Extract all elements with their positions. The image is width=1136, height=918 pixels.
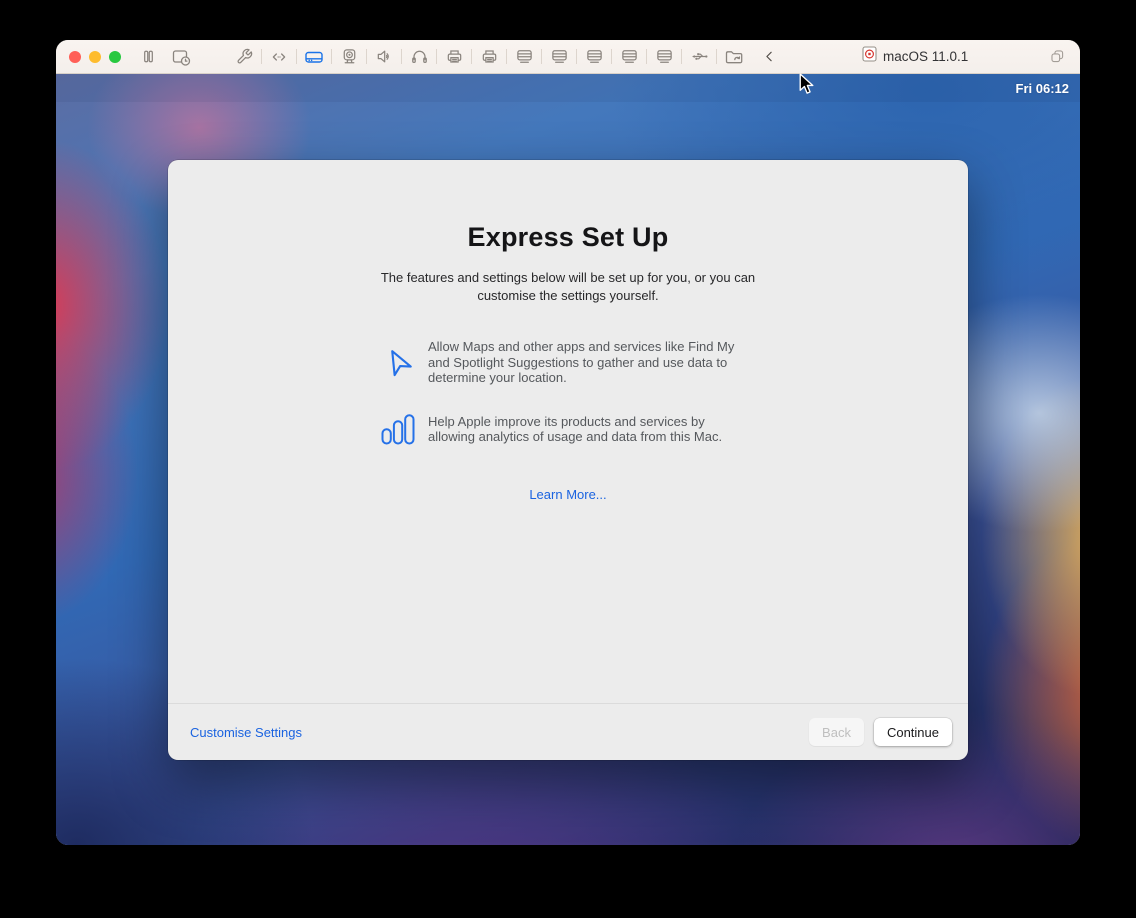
removable-drive-icon[interactable] — [584, 47, 604, 67]
toolbar-separator — [611, 49, 612, 64]
feature-analytics: Help Apple improve its products and serv… — [380, 414, 768, 445]
close-button[interactable] — [69, 51, 81, 63]
toolbar-separator — [681, 49, 682, 64]
vm-display: Fri 06:12 Express Set Up The features an… — [56, 74, 1080, 845]
vm-control-cluster — [138, 40, 191, 73]
toolbar-separator — [646, 49, 647, 64]
vm-toolbar — [234, 40, 776, 73]
shared-folder-icon[interactable] — [724, 47, 744, 67]
menu-bar: Fri 06:12 — [56, 74, 1080, 102]
usb-icon[interactable] — [689, 47, 709, 67]
feature-analytics-text: Help Apple improve its products and serv… — [428, 414, 754, 445]
dialog-subtitle: The features and settings below will be … — [352, 269, 784, 304]
vm-title: macOS 11.0.1 — [862, 40, 968, 73]
toolbar-separator — [506, 49, 507, 64]
vm-document-icon — [862, 46, 877, 67]
printer-icon[interactable] — [444, 47, 464, 67]
menu-bar-clock[interactable]: Fri 06:12 — [1016, 81, 1069, 96]
vm-window: macOS 11.0.1 Fri 06:12 Express Set Up Th… — [56, 40, 1080, 845]
camera-icon[interactable] — [339, 47, 359, 67]
vm-title-text: macOS 11.0.1 — [883, 49, 968, 64]
removable-drive-icon[interactable] — [654, 47, 674, 67]
back-button[interactable]: Back — [809, 718, 864, 746]
page-title: Express Set Up — [168, 222, 968, 253]
snapshots-icon[interactable] — [171, 47, 191, 67]
window-overview-icon[interactable] — [1049, 48, 1066, 65]
sound-icon[interactable] — [374, 47, 394, 67]
toolbar-separator — [541, 49, 542, 64]
zoom-button[interactable] — [109, 51, 121, 63]
toolbar-separator — [471, 49, 472, 64]
feature-list: Allow Maps and other apps and services l… — [380, 339, 768, 445]
removable-drive-icon[interactable] — [619, 47, 639, 67]
toolbar-separator — [366, 49, 367, 64]
feature-location: Allow Maps and other apps and services l… — [380, 339, 768, 386]
toolbar-separator — [261, 49, 262, 64]
feature-location-text: Allow Maps and other apps and services l… — [428, 339, 754, 386]
tools-icon[interactable] — [234, 47, 254, 67]
toolbar-separator — [576, 49, 577, 64]
toolbar-separator — [401, 49, 402, 64]
express-setup-dialog: Express Set Up The features and settings… — [168, 160, 968, 760]
mouse-cursor — [799, 73, 814, 100]
location-arrow-icon — [380, 347, 416, 377]
hide-toolbar-icon[interactable] — [762, 47, 776, 67]
toolbar-separator — [331, 49, 332, 64]
console-icon[interactable] — [269, 47, 289, 67]
pause-icon[interactable] — [138, 47, 158, 67]
headphones-icon[interactable] — [409, 47, 429, 67]
printer-2-icon[interactable] — [479, 47, 499, 67]
customise-settings-link[interactable]: Customise Settings — [190, 725, 302, 740]
primary-drive-icon[interactable] — [304, 47, 324, 67]
toolbar-separator — [296, 49, 297, 64]
toolbar-separator — [436, 49, 437, 64]
traffic-lights — [69, 51, 121, 63]
vm-window-titlebar[interactable]: macOS 11.0.1 — [56, 40, 1080, 74]
minimize-button[interactable] — [89, 51, 101, 63]
learn-more-link[interactable]: Learn More... — [168, 487, 968, 502]
removable-drive-icon[interactable] — [514, 47, 534, 67]
toolbar-separator — [716, 49, 717, 64]
analytics-bars-icon — [380, 414, 416, 445]
dialog-footer: Customise Settings Back Continue — [168, 703, 968, 760]
removable-drive-icon[interactable] — [549, 47, 569, 67]
continue-button[interactable]: Continue — [874, 718, 952, 746]
